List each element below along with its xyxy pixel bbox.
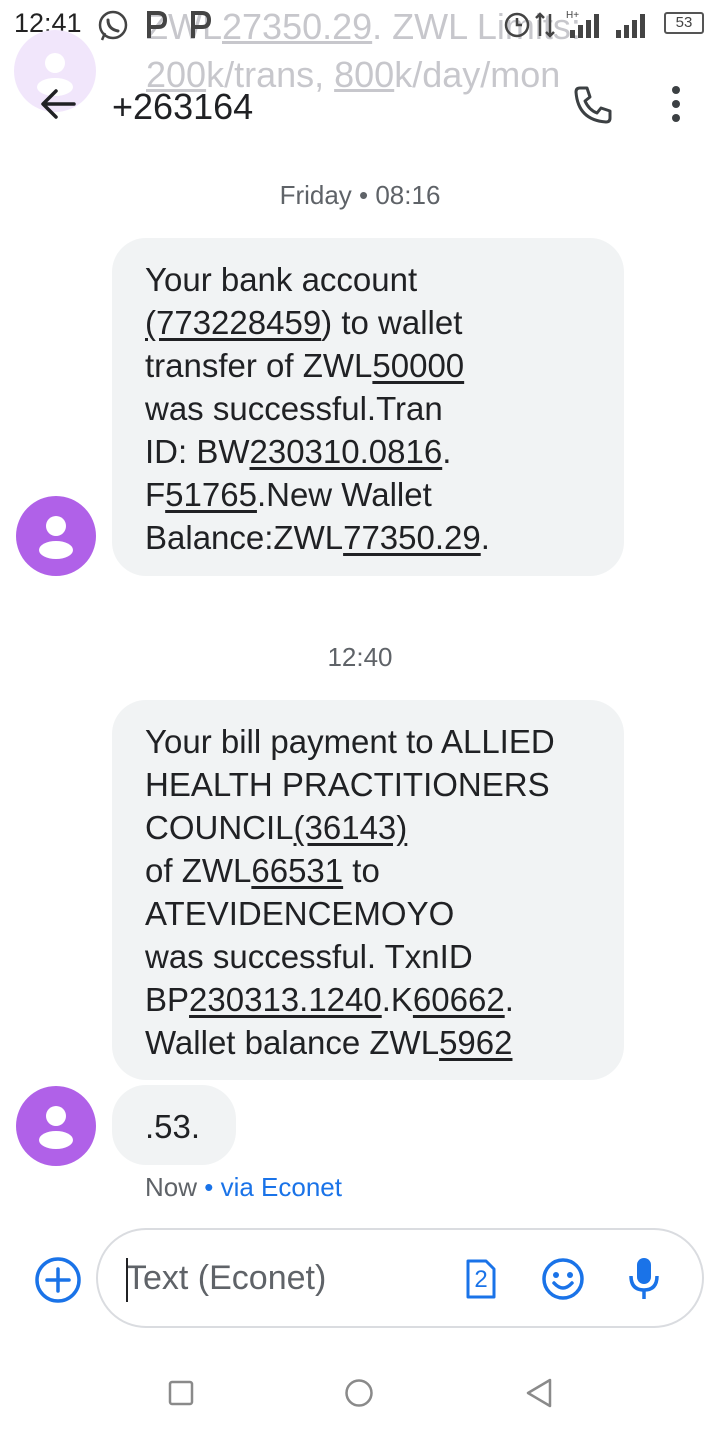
message-meta: Now • via Econet <box>145 1172 342 1202</box>
status-bar: ZWL27350.29. ZWL Limits: 200k/trans, 800… <box>0 0 720 95</box>
message-line: F51765.New Wallet <box>145 476 432 513</box>
home-icon[interactable] <box>344 1378 374 1408</box>
reference-link[interactable]: 60662 <box>413 981 505 1018</box>
signal-icon <box>616 14 645 38</box>
p-app-icon-2 <box>191 11 212 38</box>
svg-text:H+: H+ <box>566 10 579 21</box>
amount-link[interactable]: 50000 <box>372 347 464 384</box>
alarm-icon <box>504 12 530 38</box>
message-bubble[interactable]: Your bill payment to ALLIED HEALTH PRACT… <box>112 700 624 1080</box>
p-app-icon <box>147 11 168 38</box>
balance-link[interactable]: 77350.29 <box>343 519 481 556</box>
data-activity-icon <box>535 12 555 38</box>
phone-icon <box>574 86 612 124</box>
recents-icon[interactable] <box>168 1380 194 1406</box>
transaction-id-link[interactable]: 230313.1240 <box>189 981 382 1018</box>
add-circle-icon <box>35 1257 81 1303</box>
council-code-link[interactable]: (36143) <box>294 809 408 846</box>
message-time: Now <box>145 1172 198 1202</box>
sender-avatar[interactable] <box>16 1086 96 1166</box>
message-input[interactable] <box>126 1256 446 1300</box>
whatsapp-icon <box>98 10 128 41</box>
message-bubble[interactable]: Your bank account (773228459) to wallet … <box>112 238 624 576</box>
sim-selector-button[interactable]: 2 <box>462 1256 498 1302</box>
add-attachment-button[interactable] <box>32 1254 84 1306</box>
compose-box <box>96 1228 704 1328</box>
sender-avatar[interactable] <box>16 496 96 576</box>
person-icon <box>39 516 73 559</box>
voice-input-button[interactable] <box>626 1254 662 1304</box>
message-line: ATEVIDENCEMOYO <box>145 895 455 932</box>
emoji-button[interactable] <box>540 1256 586 1302</box>
account-number-link[interactable]: (773228459 <box>145 304 321 341</box>
hplus-signal-icon: H+ <box>566 10 599 38</box>
message-line: HEALTH PRACTITIONERS <box>145 766 550 803</box>
carrier-label: via Econet <box>220 1172 342 1202</box>
transaction-id-link[interactable]: 230310.0816 <box>250 433 443 470</box>
message-line: Your bill payment to ALLIED <box>145 723 555 760</box>
emoji-icon <box>542 1258 584 1300</box>
arrow-left-icon <box>41 89 76 119</box>
message-bubble[interactable]: .53. <box>112 1085 236 1165</box>
message-line: was successful. TxnID <box>145 938 473 975</box>
battery-icon: 53 <box>664 12 704 34</box>
message-line: was successful.Tran <box>145 390 443 427</box>
navigation-bar <box>0 1344 720 1440</box>
more-vert-icon <box>672 86 680 122</box>
message-line: of ZWL66531 to <box>145 852 380 889</box>
call-button[interactable] <box>570 82 616 128</box>
microphone-icon <box>629 1258 659 1299</box>
balance-link[interactable]: 5962 <box>439 1024 512 1061</box>
sim-number: 2 <box>474 1266 488 1293</box>
reference-link[interactable]: 51765 <box>165 476 257 513</box>
more-options-button[interactable] <box>660 82 692 128</box>
back-nav-icon[interactable] <box>524 1377 554 1409</box>
date-separator: Friday • 08:16 <box>279 180 441 210</box>
battery-level: 53 <box>675 14 693 31</box>
conversation-title: +263164 <box>112 86 254 127</box>
back-button[interactable] <box>34 80 82 128</box>
message-line: Wallet balance ZWL5962 <box>145 1024 513 1061</box>
person-icon <box>39 1106 73 1149</box>
time-separator: 12:40 <box>327 642 393 672</box>
message-line: BP230313.1240.K60662. <box>145 981 514 1018</box>
message-line: transfer of ZWL50000 <box>145 347 465 384</box>
message-line: Balance:ZWL77350.29. <box>145 519 490 556</box>
message-line: .53. <box>145 1108 201 1145</box>
message-line: (773228459) to wallet <box>145 304 463 341</box>
message-line: Your bank account <box>145 261 418 298</box>
text-cursor <box>126 1258 128 1302</box>
message-line: COUNCIL(36143) <box>145 809 408 846</box>
message-line: ID: BW230310.0816. <box>145 433 452 470</box>
amount-link[interactable]: 66531 <box>251 852 343 889</box>
